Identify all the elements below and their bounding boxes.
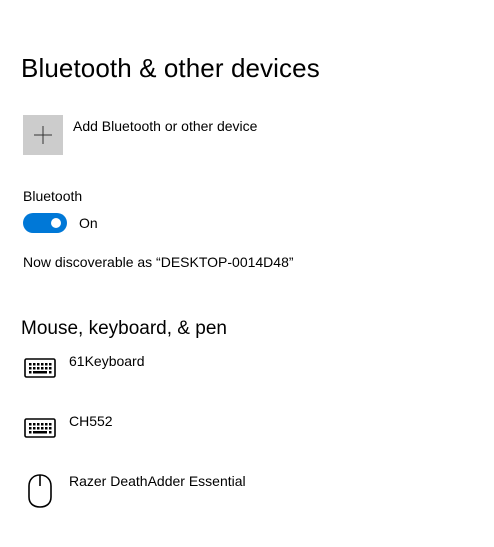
keyboard-icon xyxy=(23,352,57,392)
add-device-label[interactable]: Add Bluetooth or other device xyxy=(73,117,257,135)
device-name: Razer DeathAdder Essential xyxy=(69,473,246,489)
add-device-tile[interactable] xyxy=(23,115,63,155)
add-device-button[interactable]: Add Bluetooth or other device xyxy=(23,115,257,155)
toggle-knob xyxy=(51,218,61,228)
plus-icon xyxy=(34,126,52,144)
device-item-ch552[interactable]: CH552 xyxy=(23,412,113,452)
bluetooth-toggle[interactable] xyxy=(23,213,67,233)
section-title-mouse-keyboard-pen: Mouse, keyboard, & pen xyxy=(21,318,227,339)
discoverable-status: Now discoverable as “DESKTOP-0014D48” xyxy=(23,254,294,270)
bluetooth-toggle-row[interactable]: On xyxy=(23,213,98,233)
bluetooth-toggle-state: On xyxy=(79,215,98,231)
page-title: Bluetooth & other devices xyxy=(21,53,320,83)
bluetooth-label: Bluetooth xyxy=(23,188,83,204)
device-item-61keyboard[interactable]: 61Keyboard xyxy=(23,352,145,392)
mouse-icon xyxy=(23,472,57,512)
device-name: 61Keyboard xyxy=(69,353,145,369)
device-item-razer-deathadder-essential[interactable]: Razer DeathAdder Essential xyxy=(23,472,246,512)
keyboard-icon xyxy=(23,412,57,452)
device-name: CH552 xyxy=(69,413,113,429)
